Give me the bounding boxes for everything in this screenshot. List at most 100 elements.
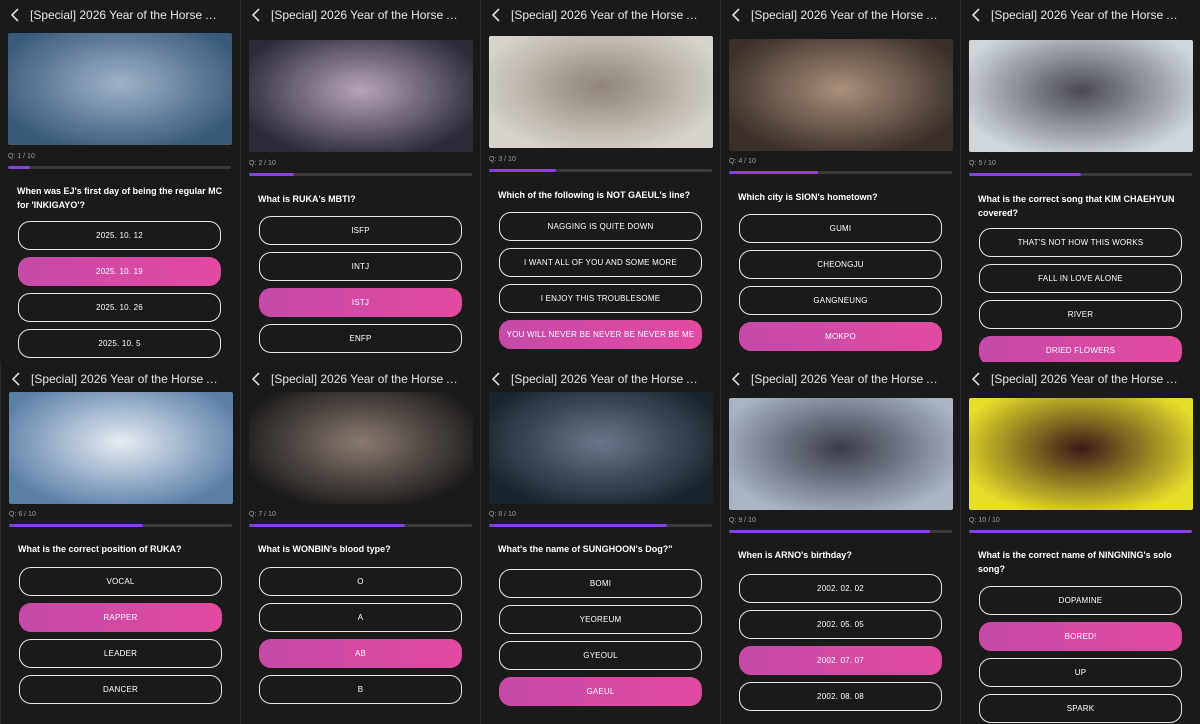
question-text: What's the name of SUNGHOON's Dog?" bbox=[498, 544, 673, 554]
back-arrow-icon[interactable] bbox=[481, 0, 511, 30]
answer-option[interactable]: 2002. 08. 08 bbox=[739, 682, 942, 711]
question-counter: Q: 4 / 10 bbox=[729, 158, 756, 165]
progress-bar bbox=[249, 524, 472, 527]
quiz-title: [Special] 2026 Year of the Horse Artis..… bbox=[751, 8, 943, 22]
progress-fill bbox=[969, 173, 1081, 176]
question-counter: Q: 2 / 10 bbox=[249, 160, 276, 167]
quiz-panel: [Special] 2026 Year of the Horse Artis..… bbox=[720, 0, 960, 362]
answer-option-selected[interactable]: BORED! bbox=[979, 622, 1182, 651]
artist-photo bbox=[489, 392, 713, 504]
answer-option[interactable]: GYEOUL bbox=[499, 641, 702, 670]
back-arrow-icon[interactable] bbox=[481, 364, 511, 394]
answer-option[interactable]: 2025. 10. 5 bbox=[18, 329, 221, 358]
answer-option-selected[interactable]: 2002. 07. 07 bbox=[739, 646, 942, 675]
quiz-panel: [Special] 2026 Year of the Horse Artis..… bbox=[240, 0, 480, 362]
quiz-header: [Special] 2026 Year of the Horse Artis..… bbox=[1, 364, 240, 394]
question-text: When was EJ's first day of being the reg… bbox=[17, 186, 223, 210]
question-text: Which city is SION's hometown? bbox=[738, 192, 878, 202]
answer-option[interactable]: DOPAMINE bbox=[979, 586, 1182, 615]
answer-option[interactable]: RIVER bbox=[979, 300, 1182, 329]
answer-option[interactable]: BOMI bbox=[499, 569, 702, 598]
answer-option[interactable]: UP bbox=[979, 658, 1182, 687]
answer-option[interactable]: 2002. 05. 05 bbox=[739, 610, 942, 639]
quiz-title: [Special] 2026 Year of the Horse Artis..… bbox=[511, 8, 703, 22]
answer-option[interactable]: I WANT ALL OF YOU AND SOME MORE bbox=[499, 248, 702, 277]
answer-option-selected[interactable]: ISTJ bbox=[259, 288, 462, 317]
quiz-header: [Special] 2026 Year of the Horse Artis..… bbox=[961, 0, 1200, 30]
answer-option[interactable]: FALL IN LOVE ALONE bbox=[979, 264, 1182, 293]
question-text: What is the correct position of RUKA? bbox=[18, 544, 182, 554]
artist-photo bbox=[249, 40, 473, 152]
answer-option[interactable]: 2002. 02. 02 bbox=[739, 574, 942, 603]
back-arrow-icon[interactable] bbox=[721, 0, 751, 30]
progress-bar bbox=[729, 530, 952, 533]
quiz-panel: [Special] 2026 Year of the Horse Artis..… bbox=[720, 362, 960, 724]
answer-option-selected[interactable]: MOKPO bbox=[739, 322, 942, 351]
quiz-title: [Special] 2026 Year of the Horse Artis..… bbox=[991, 8, 1183, 22]
answer-option[interactable]: A bbox=[259, 603, 462, 632]
quiz-title: [Special] 2026 Year of the Horse Artis..… bbox=[751, 372, 943, 386]
answer-option[interactable]: THAT'S NOT HOW THIS WORKS bbox=[979, 228, 1182, 257]
answer-option[interactable]: GUMI bbox=[739, 214, 942, 243]
answer-option-selected[interactable]: GAEUL bbox=[499, 677, 702, 706]
answer-option[interactable]: SPARK bbox=[979, 694, 1182, 723]
progress-bar bbox=[249, 173, 472, 176]
back-arrow-icon[interactable] bbox=[721, 364, 751, 394]
artist-photo bbox=[729, 39, 953, 151]
question-text: What is the correct name of NINGNING's s… bbox=[978, 550, 1172, 574]
back-arrow-icon[interactable] bbox=[241, 364, 271, 394]
answer-option-selected[interactable]: YOU WILL NEVER BE NEVER BE NEVER BE ME bbox=[499, 320, 702, 349]
back-arrow-icon[interactable] bbox=[0, 0, 30, 30]
back-arrow-icon[interactable] bbox=[961, 364, 991, 394]
question-text: What is the correct song that KIM CHAEHY… bbox=[978, 194, 1175, 218]
quiz-panel: [Special] 2026 Year of the Horse Artis..… bbox=[480, 0, 720, 362]
answer-option-selected[interactable]: RAPPER bbox=[19, 603, 222, 632]
question-counter: Q: 6 / 10 bbox=[9, 511, 36, 518]
back-arrow-icon[interactable] bbox=[961, 0, 991, 30]
answer-option[interactable]: I ENJOY THIS TROUBLESOME bbox=[499, 284, 702, 313]
quiz-header: [Special] 2026 Year of the Horse Artis..… bbox=[481, 364, 720, 394]
progress-fill bbox=[729, 171, 819, 174]
artist-photo bbox=[729, 398, 953, 510]
answer-option[interactable]: VOCAL bbox=[19, 567, 222, 596]
answer-option[interactable]: O bbox=[259, 567, 462, 596]
progress-bar bbox=[9, 524, 232, 527]
progress-fill bbox=[969, 530, 1192, 533]
quiz-header: [Special] 2026 Year of the Horse Artis..… bbox=[721, 0, 960, 30]
question-counter: Q: 10 / 10 bbox=[969, 517, 1000, 524]
artist-photo bbox=[969, 40, 1193, 152]
question-counter: Q: 1 / 10 bbox=[8, 153, 35, 160]
answer-option[interactable]: YEOREUM bbox=[499, 605, 702, 634]
answer-option[interactable]: ENFP bbox=[259, 324, 462, 353]
answer-option[interactable]: ISFP bbox=[259, 216, 462, 245]
quiz-title: [Special] 2026 Year of the Horse Artis..… bbox=[511, 372, 703, 386]
answer-option[interactable]: NAGGING IS QUITE DOWN bbox=[499, 212, 702, 241]
quiz-header: [Special] 2026 Year of the Horse Artis..… bbox=[961, 364, 1200, 394]
artist-photo bbox=[8, 33, 232, 145]
progress-fill bbox=[489, 169, 556, 172]
answer-option[interactable]: GANGNEUNG bbox=[739, 286, 942, 315]
answer-option[interactable]: DANCER bbox=[19, 675, 222, 704]
quiz-header: [Special] 2026 Year of the Horse Artis..… bbox=[481, 0, 720, 30]
quiz-header: [Special] 2026 Year of the Horse Artis..… bbox=[721, 364, 960, 394]
back-arrow-icon[interactable] bbox=[1, 364, 31, 394]
answer-option[interactable]: CHEONGJU bbox=[739, 250, 942, 279]
question-text: When is ARNO's birthday? bbox=[738, 550, 852, 560]
answer-option-selected[interactable]: 2025. 10. 19 bbox=[18, 257, 221, 286]
quiz-title: [Special] 2026 Year of the Horse Artis..… bbox=[271, 372, 463, 386]
answer-option-selected[interactable]: DRIED FLOWERS bbox=[979, 336, 1182, 362]
quiz-panel: [Special] 2026 Year of the Horse Artis..… bbox=[480, 362, 720, 724]
answer-option[interactable]: 2025. 10. 12 bbox=[18, 221, 221, 250]
artist-photo bbox=[9, 392, 233, 504]
back-arrow-icon[interactable] bbox=[241, 0, 271, 30]
quiz-panel: [Special] 2026 Year of the Horse Artis..… bbox=[960, 362, 1200, 724]
answer-option[interactable]: LEADER bbox=[19, 639, 222, 668]
answer-option-selected[interactable]: AB bbox=[259, 639, 462, 668]
quiz-panel: [Special] 2026 Year of the Horse Artis..… bbox=[960, 0, 1200, 362]
quiz-title: [Special] 2026 Year of the Horse Artis..… bbox=[991, 372, 1183, 386]
answer-option[interactable]: INTJ bbox=[259, 252, 462, 281]
artist-photo bbox=[489, 36, 713, 148]
quiz-title: [Special] 2026 Year of the Horse Artis..… bbox=[31, 372, 223, 386]
answer-option[interactable]: 2025. 10. 26 bbox=[18, 293, 221, 322]
answer-option[interactable]: B bbox=[259, 675, 462, 704]
